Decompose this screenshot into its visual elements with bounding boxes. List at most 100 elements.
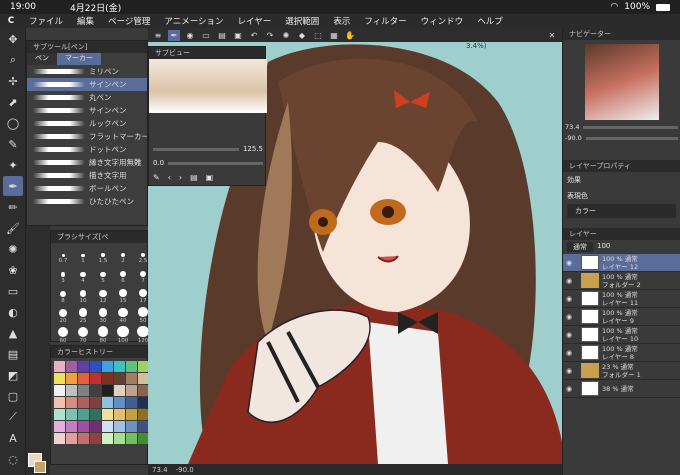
- visibility-eye-icon[interactable]: ◉: [563, 331, 575, 339]
- undo-icon[interactable]: ↶: [248, 30, 260, 41]
- color-swatch[interactable]: [78, 397, 89, 408]
- save-icon[interactable]: ▣: [232, 30, 244, 41]
- operation-icon[interactable]: ⬈: [3, 92, 23, 112]
- angle-slider[interactable]: [168, 161, 263, 165]
- color-swatch[interactable]: [126, 385, 137, 396]
- fill-bucket-icon[interactable]: ◆: [296, 30, 308, 41]
- color-swatch[interactable]: [114, 373, 125, 384]
- pencil-icon[interactable]: ✏: [3, 197, 23, 217]
- pen-icon[interactable]: ✒: [3, 176, 23, 196]
- brush-size-option[interactable]: 6: [114, 266, 132, 284]
- menu-layer[interactable]: レイヤー: [231, 15, 279, 27]
- navigator-angle-slider[interactable]: [585, 136, 678, 140]
- color-swatch[interactable]: [78, 433, 89, 444]
- transform-icon[interactable]: ⬚: [312, 30, 324, 41]
- color-swatch[interactable]: [126, 421, 137, 432]
- menu-selection[interactable]: 選択範囲: [278, 15, 326, 27]
- sub-color-swatch[interactable]: [34, 461, 46, 473]
- ruler-icon[interactable]: ⟋: [3, 407, 23, 427]
- hand-icon[interactable]: ✋: [344, 30, 356, 41]
- color-swatch[interactable]: [66, 385, 77, 396]
- color-swatch[interactable]: [90, 409, 101, 420]
- color-swatch[interactable]: [66, 409, 77, 420]
- visibility-eye-icon[interactable]: ◉: [563, 295, 575, 303]
- folder-icon[interactable]: ▤: [190, 173, 198, 182]
- color-mode-select[interactable]: カラー: [567, 204, 676, 218]
- close-icon[interactable]: ✕: [546, 30, 558, 41]
- color-swatch[interactable]: [66, 433, 77, 444]
- brush-size-option[interactable]: 70: [74, 326, 92, 344]
- color-swatch[interactable]: [102, 385, 113, 396]
- color-swatch[interactable]: [126, 409, 137, 420]
- color-swatch[interactable]: [126, 373, 137, 384]
- visibility-eye-icon[interactable]: ◉: [563, 367, 575, 375]
- color-swatch[interactable]: [126, 433, 137, 444]
- visibility-eye-icon[interactable]: ◉: [563, 277, 575, 285]
- brush-size-option[interactable]: 1: [74, 246, 92, 264]
- text-icon[interactable]: A: [3, 428, 23, 448]
- brush-size-option[interactable]: 40: [114, 306, 132, 324]
- new-icon[interactable]: ▭: [200, 30, 212, 41]
- color-swatch[interactable]: [78, 373, 89, 384]
- layer-row[interactable]: ◉ 23 % 通常 フォルダー 1: [563, 362, 680, 380]
- brush-size-option[interactable]: 80: [94, 326, 112, 344]
- layer-row[interactable]: ◉ 100 % 通常 レイヤー 12: [563, 254, 680, 272]
- brush-item[interactable]: ドットペン: [27, 143, 147, 156]
- brush-size-option[interactable]: 100: [114, 326, 132, 344]
- color-swatch[interactable]: [90, 361, 101, 372]
- color-swatch[interactable]: [54, 421, 65, 432]
- navigator-preview[interactable]: [585, 44, 659, 120]
- color-swatch[interactable]: [54, 409, 65, 420]
- redo-icon[interactable]: ↷: [264, 30, 276, 41]
- eyedropper-icon[interactable]: ✎: [153, 173, 160, 182]
- brush-size-option[interactable]: 4: [74, 266, 92, 284]
- color-swatch[interactable]: [102, 433, 113, 444]
- visibility-eye-icon[interactable]: ◉: [563, 349, 575, 357]
- visibility-eye-icon[interactable]: ◉: [563, 313, 575, 321]
- zoom-icon[interactable]: ⌕: [3, 50, 23, 70]
- opacity-value[interactable]: 100: [597, 242, 610, 252]
- brush-size-option[interactable]: 30: [94, 306, 112, 324]
- subview-thumbnail[interactable]: [149, 59, 267, 113]
- brush-item[interactable]: ルックペン: [27, 117, 147, 130]
- color-swatch[interactable]: [54, 361, 65, 372]
- loading-icon[interactable]: ✺: [280, 30, 292, 41]
- menu-file[interactable]: ファイル: [22, 15, 70, 27]
- color-swatch[interactable]: [114, 433, 125, 444]
- tab-pen[interactable]: ペン: [27, 53, 57, 65]
- balloon-icon[interactable]: ◌: [3, 449, 23, 469]
- color-swatch[interactable]: [54, 433, 65, 444]
- blend-mode-select[interactable]: 通常: [567, 242, 593, 252]
- visibility-eye-icon[interactable]: ◉: [563, 385, 575, 393]
- menu-help[interactable]: ヘルプ: [470, 15, 510, 27]
- color-swatch[interactable]: [102, 421, 113, 432]
- color-swatch[interactable]: [78, 385, 89, 396]
- brush-icon[interactable]: 🖌: [3, 218, 23, 238]
- layer-row[interactable]: ◉ 100 % 通常 レイヤー 8: [563, 344, 680, 362]
- figure-icon[interactable]: ◩: [3, 365, 23, 385]
- color-swatch[interactable]: [78, 409, 89, 420]
- color-swatch[interactable]: [102, 409, 113, 420]
- color-swatch[interactable]: [66, 397, 77, 408]
- color-swatch[interactable]: [102, 361, 113, 372]
- frame-icon[interactable]: ▢: [3, 386, 23, 406]
- visibility-eye-icon[interactable]: ◉: [563, 259, 575, 267]
- color-swatch[interactable]: [54, 385, 65, 396]
- layer-row[interactable]: ◉ 38 % 通常: [563, 380, 680, 398]
- brush-size-option[interactable]: 3: [54, 266, 72, 284]
- brush-size-option[interactable]: 2: [114, 246, 132, 264]
- blend-icon[interactable]: ◐: [3, 302, 23, 322]
- color-swatch[interactable]: [114, 409, 125, 420]
- brush-item-selected[interactable]: サインペン: [27, 78, 147, 91]
- brush-size-option[interactable]: 10: [74, 286, 92, 304]
- menu-animation[interactable]: アニメーション: [157, 15, 230, 27]
- color-icon[interactable]: ◉: [184, 30, 196, 41]
- layer-row[interactable]: ◉ 100 % 通常 レイヤー 11: [563, 290, 680, 308]
- brush-size-option[interactable]: 5: [94, 266, 112, 284]
- open-icon[interactable]: ▤: [216, 30, 228, 41]
- brush-item[interactable]: 描き文字用: [27, 169, 147, 182]
- brush-item[interactable]: 縁き文字用無難: [27, 156, 147, 169]
- eraser-icon[interactable]: ▭: [3, 281, 23, 301]
- color-swatch[interactable]: [102, 397, 113, 408]
- eyedropper-icon[interactable]: ✎: [3, 134, 23, 154]
